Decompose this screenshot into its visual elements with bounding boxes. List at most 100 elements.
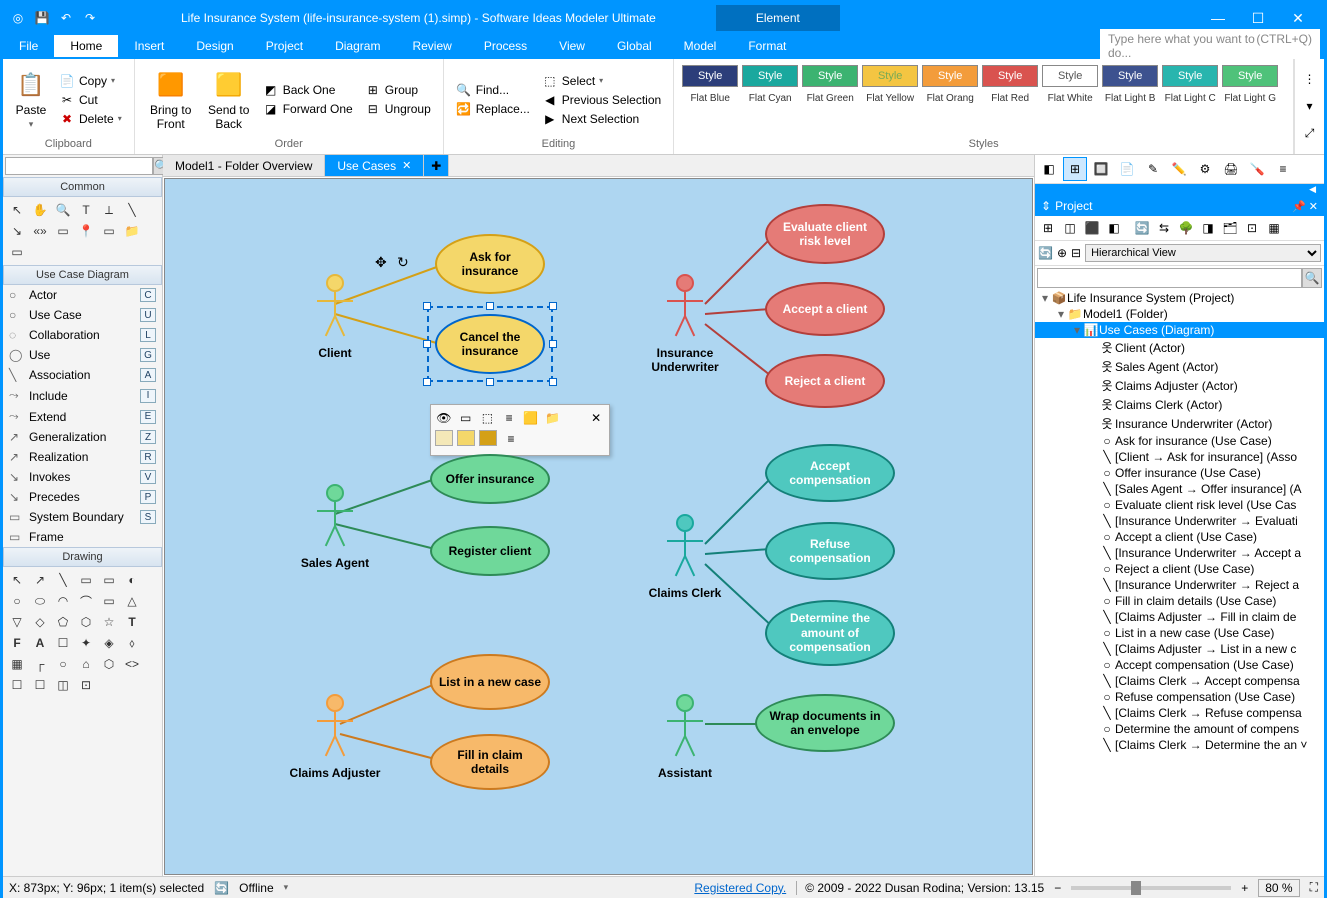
fullscreen-icon[interactable]: ⛶ (1310, 880, 1318, 895)
project-tree[interactable]: ▾📦Life Insurance System (Project)▾📁Model… (1035, 290, 1324, 876)
menu-home[interactable]: Home (54, 35, 118, 57)
package-tool-icon[interactable]: 📁 (122, 222, 142, 240)
text-tool-icon[interactable]: T (76, 201, 96, 219)
style-chip[interactable]: Style (1042, 65, 1098, 87)
ungroup-button[interactable]: ⊟Ungroup (361, 100, 435, 118)
tool-invokes[interactable]: ↘InvokesV (3, 467, 162, 487)
menu-project[interactable]: Project (250, 35, 319, 57)
style-chip[interactable]: Style (862, 65, 918, 87)
menu-design[interactable]: Design (180, 35, 249, 57)
menu-search-input[interactable]: Type here what you want to do...(CTRL+Q) (1100, 29, 1320, 63)
tree-row[interactable]: ▾📁Model1 (Folder) (1035, 306, 1324, 322)
connector-tool-icon[interactable]: ↘ (7, 222, 27, 240)
usecase[interactable]: Fill in claim details (430, 734, 550, 790)
menu-process[interactable]: Process (468, 35, 543, 57)
menu-diagram[interactable]: Diagram (319, 35, 396, 57)
usecase[interactable]: Evaluate client risk level (765, 204, 885, 264)
toolbox-search-input[interactable] (5, 157, 153, 175)
tree-row[interactable]: ╲[Client → Ask for insurance] (Asso (1035, 449, 1324, 465)
send-to-back-button[interactable]: 🟨Send to Back (203, 65, 255, 135)
group-button[interactable]: ⊞Group (361, 81, 435, 99)
tool-extend[interactable]: ⤳ExtendE (3, 406, 162, 427)
actor-claims-clerk[interactable]: Claims Clerk (635, 514, 735, 600)
add-icon[interactable]: ⊕ (1057, 246, 1067, 260)
close-icon[interactable]: ✕ (1288, 10, 1308, 27)
style-chip[interactable]: Style (1162, 65, 1218, 87)
tool-system-boundary[interactable]: ▭System BoundaryS (3, 507, 162, 527)
style-chip[interactable]: Style (1102, 65, 1158, 87)
tree-row[interactable]: ○Evaluate client risk level (Use Cas (1035, 497, 1324, 513)
tab-model1[interactable]: Model1 - Folder Overview (163, 155, 325, 176)
zoom-in-icon[interactable]: + (1241, 881, 1248, 895)
actor-insurance-underwriter[interactable]: Insurance Underwriter (635, 274, 735, 374)
tree-row[interactable]: ╲[Insurance Underwriter → Accept a (1035, 545, 1324, 561)
diagram-canvas[interactable]: ClientInsurance UnderwriterSales AgentCl… (164, 178, 1033, 875)
redo-icon[interactable]: ↷ (79, 7, 101, 29)
context-tab-element[interactable]: Element (716, 5, 840, 31)
zoom-slider[interactable] (1071, 886, 1231, 890)
close-tab-icon[interactable]: ✕ (402, 159, 411, 172)
actor-assistant[interactable]: Assistant (635, 694, 735, 780)
collapse-icon[interactable]: ◀ (1309, 184, 1316, 196)
sync-icon[interactable]: 🔄 (214, 881, 229, 895)
eye-icon[interactable]: 👁 (435, 409, 453, 427)
select-button[interactable]: ⬚Select▾ (538, 72, 665, 90)
shape-tool-icon[interactable]: ↖ (7, 571, 27, 589)
menu-file[interactable]: File (3, 35, 54, 57)
tree-row[interactable]: ╲[Claims Adjuster → List in a new c (1035, 641, 1324, 657)
style-chip[interactable]: Style (1222, 65, 1278, 87)
zoom-tool-icon[interactable]: 🔍 (53, 201, 73, 219)
tool-use[interactable]: ◯UseG (3, 345, 162, 365)
refresh-icon[interactable]: 🔄 (1038, 246, 1053, 260)
remove-icon[interactable]: ⊟ (1071, 246, 1081, 260)
pointer-tool-icon[interactable]: ↖ (7, 201, 27, 219)
save-icon[interactable]: 💾 (31, 7, 53, 29)
tool-realization[interactable]: ↗RealizationR (3, 447, 162, 467)
menu-format[interactable]: Format (732, 35, 802, 57)
usecase[interactable]: Accept a client (765, 282, 885, 336)
tree-row[interactable]: ○Reject a client (Use Case) (1035, 561, 1324, 577)
tree-row[interactable]: ○Accept a client (Use Case) (1035, 529, 1324, 545)
usecase[interactable]: Register client (430, 526, 550, 576)
move-handle-icon[interactable]: ✥ (375, 254, 387, 271)
tree-row[interactable]: ○Ask for insurance (Use Case) (1035, 433, 1324, 449)
find-button[interactable]: 🔍Find... (452, 81, 534, 99)
maximize-icon[interactable]: ☐ (1248, 10, 1268, 27)
tree-row[interactable]: ▾📦Life Insurance System (Project) (1035, 290, 1324, 306)
tree-row[interactable]: ╲[Insurance Underwriter → Evaluati (1035, 513, 1324, 529)
tool-association[interactable]: ╲AssociationA (3, 365, 162, 385)
prev-selection-button[interactable]: ◀Previous Selection (538, 91, 665, 109)
actor-sales-agent[interactable]: Sales Agent (285, 484, 385, 570)
delete-button[interactable]: ✖Delete▾ (55, 110, 126, 128)
tree-row[interactable]: 옷Claims Adjuster (Actor) (1035, 376, 1324, 395)
replace-button[interactable]: 🔁Replace... (452, 100, 534, 118)
tree-row[interactable]: ╲[Claims Clerk → Accept compensa (1035, 673, 1324, 689)
menu-global[interactable]: Global (601, 35, 668, 57)
usecase[interactable]: Reject a client (765, 354, 885, 408)
usecase[interactable]: Offer insurance (430, 454, 550, 504)
next-selection-button[interactable]: ▶Next Selection (538, 110, 665, 128)
back-one-button[interactable]: ◩Back One (259, 81, 357, 99)
tool-precedes[interactable]: ↘PrecedesP (3, 487, 162, 507)
usecase[interactable]: Accept compensation (765, 444, 895, 502)
expand-icon[interactable]: ⇕ (1041, 199, 1051, 213)
new-tab-button[interactable]: ✚ (424, 155, 449, 176)
paste-button[interactable]: 📋 Paste ▾ (11, 65, 51, 134)
project-search-input[interactable] (1037, 268, 1302, 288)
format-tool-icon[interactable]: ⟂ (99, 201, 119, 219)
style-chip[interactable]: Style (922, 65, 978, 87)
usecase[interactable]: Determine the amount of compensation (765, 600, 895, 666)
rect-tool-icon[interactable]: ▭ (7, 243, 27, 261)
styles-dropdown-icon[interactable]: ▾ (1306, 99, 1312, 113)
zoom-out-icon[interactable]: − (1054, 881, 1061, 895)
usecase[interactable]: Wrap documents in an envelope (755, 694, 895, 752)
actor-claims-adjuster[interactable]: Claims Adjuster (285, 694, 385, 780)
usecase[interactable]: Ask for insurance (435, 234, 545, 294)
usecase[interactable]: List in a new case (430, 654, 550, 710)
search-icon[interactable]: 🔍 (1302, 268, 1322, 288)
tree-row[interactable]: ○Refuse compensation (Use Case) (1035, 689, 1324, 705)
menu-review[interactable]: Review (396, 35, 467, 57)
note-tool-icon[interactable]: ▭ (53, 222, 73, 240)
tool-include[interactable]: ⤳IncludeI (3, 385, 162, 406)
copy-button[interactable]: 📄Copy▾ (55, 72, 126, 90)
